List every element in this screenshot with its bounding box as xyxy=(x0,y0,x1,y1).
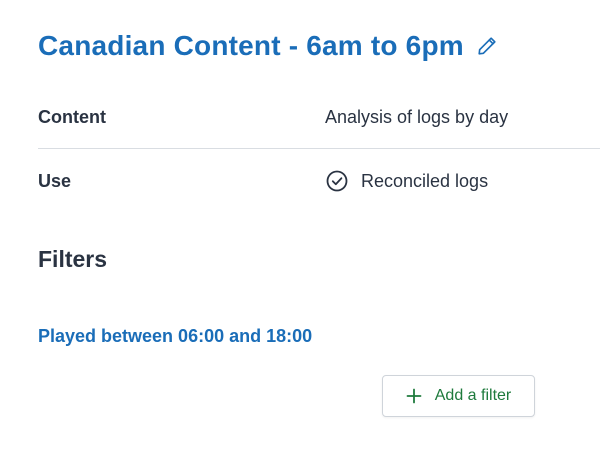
plus-icon xyxy=(406,388,422,404)
check-circle-icon xyxy=(325,169,349,193)
filters-heading: Filters xyxy=(38,246,108,272)
divider xyxy=(38,148,600,149)
edit-title-button[interactable] xyxy=(474,33,500,59)
filter-item[interactable]: Played between 06:00 and 18:00 xyxy=(38,326,312,347)
use-label: Use xyxy=(38,170,72,191)
report-settings-page: Canadian Content - 6am to 6pm Content An… xyxy=(0,0,600,450)
page-title: Canadian Content - 6am to 6pm xyxy=(38,30,464,61)
use-row: Use Reconciled logs xyxy=(38,160,600,202)
use-value: Reconciled logs xyxy=(325,169,488,193)
content-label: Content xyxy=(38,106,106,127)
content-value-text: Analysis of logs by day xyxy=(325,106,509,127)
title-row: Canadian Content - 6am to 6pm xyxy=(38,30,500,62)
add-filter-label: Add a filter xyxy=(434,387,512,404)
pencil-icon xyxy=(476,35,498,57)
use-value-text: Reconciled logs xyxy=(361,170,489,191)
content-row: Content Analysis of logs by day xyxy=(38,96,600,138)
content-value: Analysis of logs by day xyxy=(325,107,508,128)
add-filter-button[interactable]: Add a filter xyxy=(382,375,535,417)
